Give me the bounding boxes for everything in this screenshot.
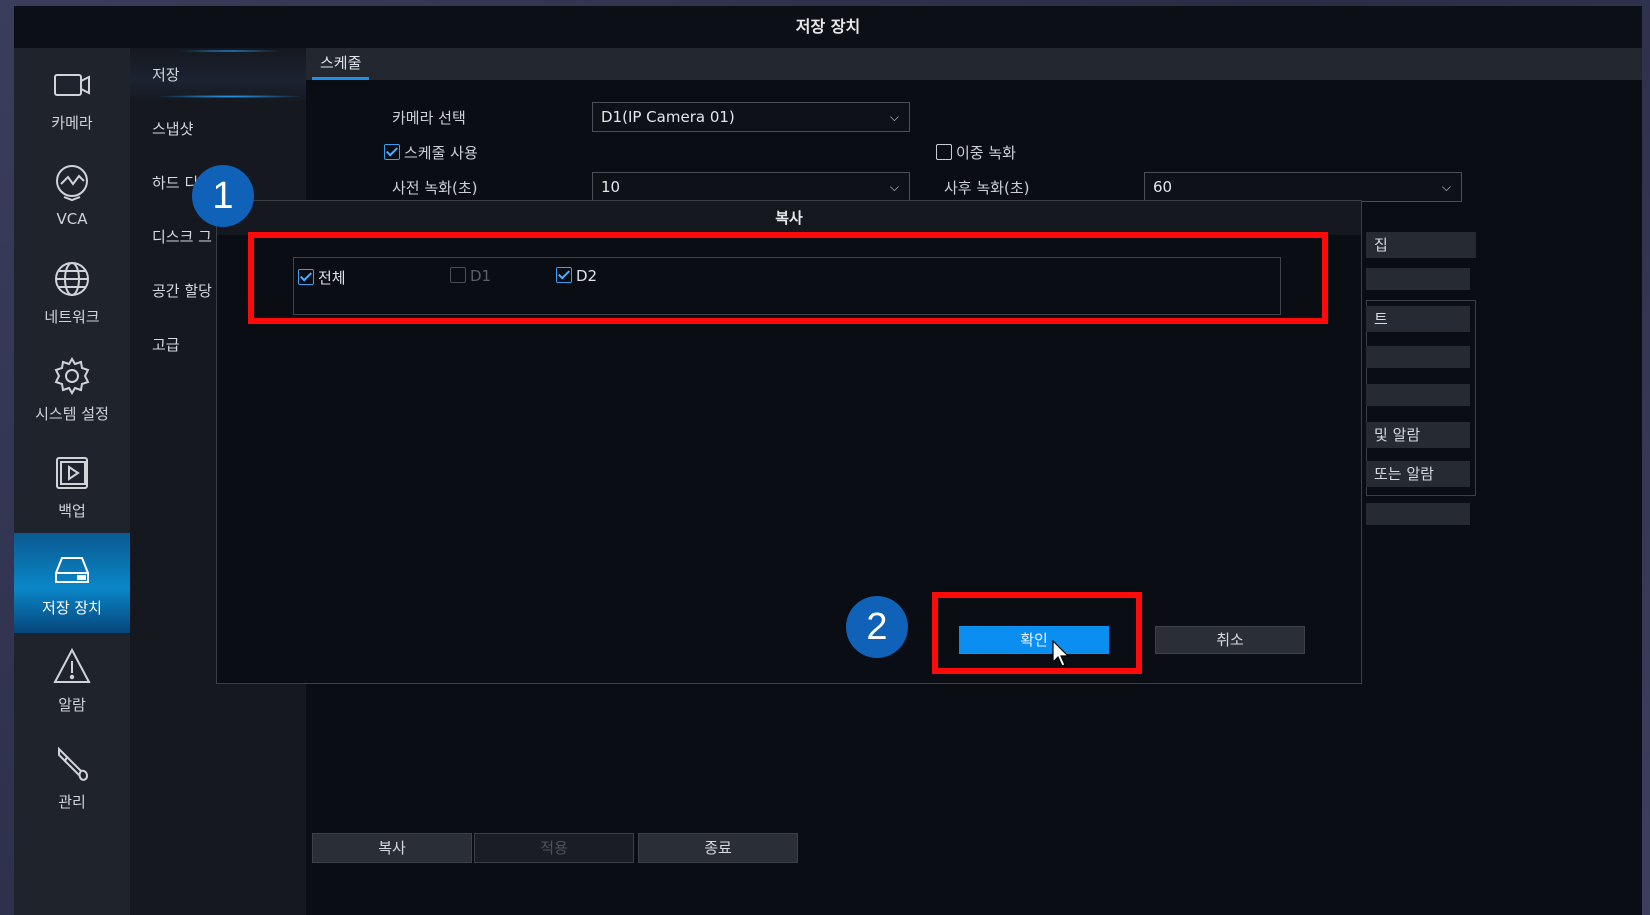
app-window: 저장 장치 카메라 VCA 네트워크 시스템 설정 백업 저장 장치 알람 관리… bbox=[14, 6, 1642, 915]
option-d1: D1 bbox=[450, 267, 491, 285]
nav-storage-label: 저장 장치 bbox=[42, 598, 102, 617]
right-panel-item[interactable]: 트 bbox=[1366, 306, 1470, 332]
d2-checkbox[interactable] bbox=[556, 267, 572, 283]
wrench-icon bbox=[58, 746, 89, 781]
main-nav-sidebar: 카메라 VCA 네트워크 시스템 설정 백업 저장 장치 알람 관리 bbox=[14, 48, 130, 915]
play-icon bbox=[56, 456, 88, 489]
option-all[interactable]: 전체 bbox=[298, 267, 346, 288]
nav-vca[interactable]: VCA bbox=[14, 145, 130, 245]
dual-record-checkbox[interactable] bbox=[936, 144, 952, 160]
option-d2-label: D2 bbox=[576, 267, 598, 285]
option-d2[interactable]: D2 bbox=[556, 267, 597, 285]
nav-network-label: 네트워크 bbox=[44, 307, 100, 326]
sub-item-snapshot[interactable]: 스냅샷 bbox=[130, 102, 306, 156]
nav-system-settings[interactable]: 시스템 설정 bbox=[14, 339, 130, 439]
tab-bar: 스케줄 bbox=[306, 48, 1642, 80]
right-panel-row bbox=[1366, 268, 1470, 290]
nav-alarm-label: 알람 bbox=[58, 695, 86, 714]
camera-select[interactable]: D1(IP Camera 01) ⌵ bbox=[592, 102, 910, 132]
chevron-down-icon: ⌵ bbox=[889, 180, 899, 194]
right-panel-row bbox=[1366, 384, 1470, 406]
all-checkbox[interactable] bbox=[298, 269, 314, 285]
option-all-label: 전체 bbox=[318, 269, 346, 287]
mouse-pointer-icon bbox=[1052, 640, 1070, 667]
step-badge-1: 1 bbox=[192, 165, 254, 227]
copy-dialog: 복사 전체 D1 D2 확인 취소 bbox=[216, 200, 1362, 684]
globe-icon bbox=[55, 261, 89, 296]
nav-network[interactable]: 네트워크 bbox=[14, 242, 130, 342]
exit-button[interactable]: 종료 bbox=[638, 833, 798, 863]
camera-select-value: D1(IP Camera 01) bbox=[601, 108, 735, 126]
right-panel-row bbox=[1366, 503, 1470, 525]
post-record-label: 사후 녹화(초) bbox=[944, 179, 1030, 197]
cancel-button[interactable]: 취소 bbox=[1155, 626, 1305, 654]
dual-record-label: 이중 녹화 bbox=[956, 144, 1016, 162]
chevron-down-icon: ⌵ bbox=[889, 110, 899, 124]
nav-management-label: 관리 bbox=[58, 792, 86, 811]
schedule-enable-option[interactable]: 스케줄 사용 bbox=[384, 142, 478, 163]
channel-select-box: 전체 D1 D2 bbox=[293, 257, 1281, 315]
step-badge-2: 2 bbox=[846, 596, 908, 658]
right-panel-item[interactable]: 또는 알람 bbox=[1366, 461, 1470, 487]
window-title: 저장 장치 bbox=[14, 6, 1642, 48]
schedule-enable-label: 스케줄 사용 bbox=[404, 144, 478, 162]
gear-icon bbox=[54, 356, 90, 395]
right-panel-item[interactable]: 집 bbox=[1366, 232, 1476, 258]
vca-icon bbox=[56, 165, 88, 202]
nav-vca-label: VCA bbox=[56, 210, 88, 228]
post-record-select[interactable]: 60 ⌵ bbox=[1144, 172, 1462, 202]
nav-storage[interactable]: 저장 장치 bbox=[14, 533, 130, 633]
camera-icon bbox=[54, 73, 90, 96]
camera-select-label: 카메라 선택 bbox=[392, 109, 466, 127]
copy-button[interactable]: 복사 bbox=[312, 833, 472, 863]
apply-button[interactable]: 적용 bbox=[474, 833, 634, 863]
post-record-value: 60 bbox=[1153, 178, 1173, 196]
copy-dialog-title: 복사 bbox=[217, 201, 1361, 235]
nav-system-settings-label: 시스템 설정 bbox=[35, 404, 109, 423]
pre-record-label: 사전 녹화(초) bbox=[392, 179, 478, 197]
dual-record-option[interactable]: 이중 녹화 bbox=[936, 142, 1016, 163]
ok-button[interactable]: 확인 bbox=[959, 626, 1109, 654]
option-d1-label: D1 bbox=[470, 267, 492, 285]
right-panel-row bbox=[1366, 346, 1470, 368]
nav-backup-label: 백업 bbox=[58, 501, 86, 520]
tab-schedule[interactable]: 스케줄 bbox=[312, 48, 370, 80]
hdd-icon bbox=[55, 556, 89, 583]
nav-camera[interactable]: 카메라 bbox=[14, 48, 130, 148]
nav-backup[interactable]: 백업 bbox=[14, 436, 130, 536]
chevron-down-icon: ⌵ bbox=[1441, 180, 1451, 194]
nav-camera-label: 카메라 bbox=[51, 113, 93, 132]
pre-record-select[interactable]: 10 ⌵ bbox=[592, 172, 910, 202]
pre-record-value: 10 bbox=[601, 178, 621, 196]
warning-icon bbox=[53, 647, 91, 683]
right-panel-item[interactable]: 및 알람 bbox=[1366, 422, 1470, 448]
sub-item-storage[interactable]: 저장 bbox=[130, 48, 306, 102]
d1-checkbox bbox=[450, 267, 466, 283]
nav-alarm[interactable]: 알람 bbox=[14, 630, 130, 730]
schedule-enable-checkbox[interactable] bbox=[384, 144, 400, 160]
nav-management[interactable]: 관리 bbox=[14, 727, 130, 827]
